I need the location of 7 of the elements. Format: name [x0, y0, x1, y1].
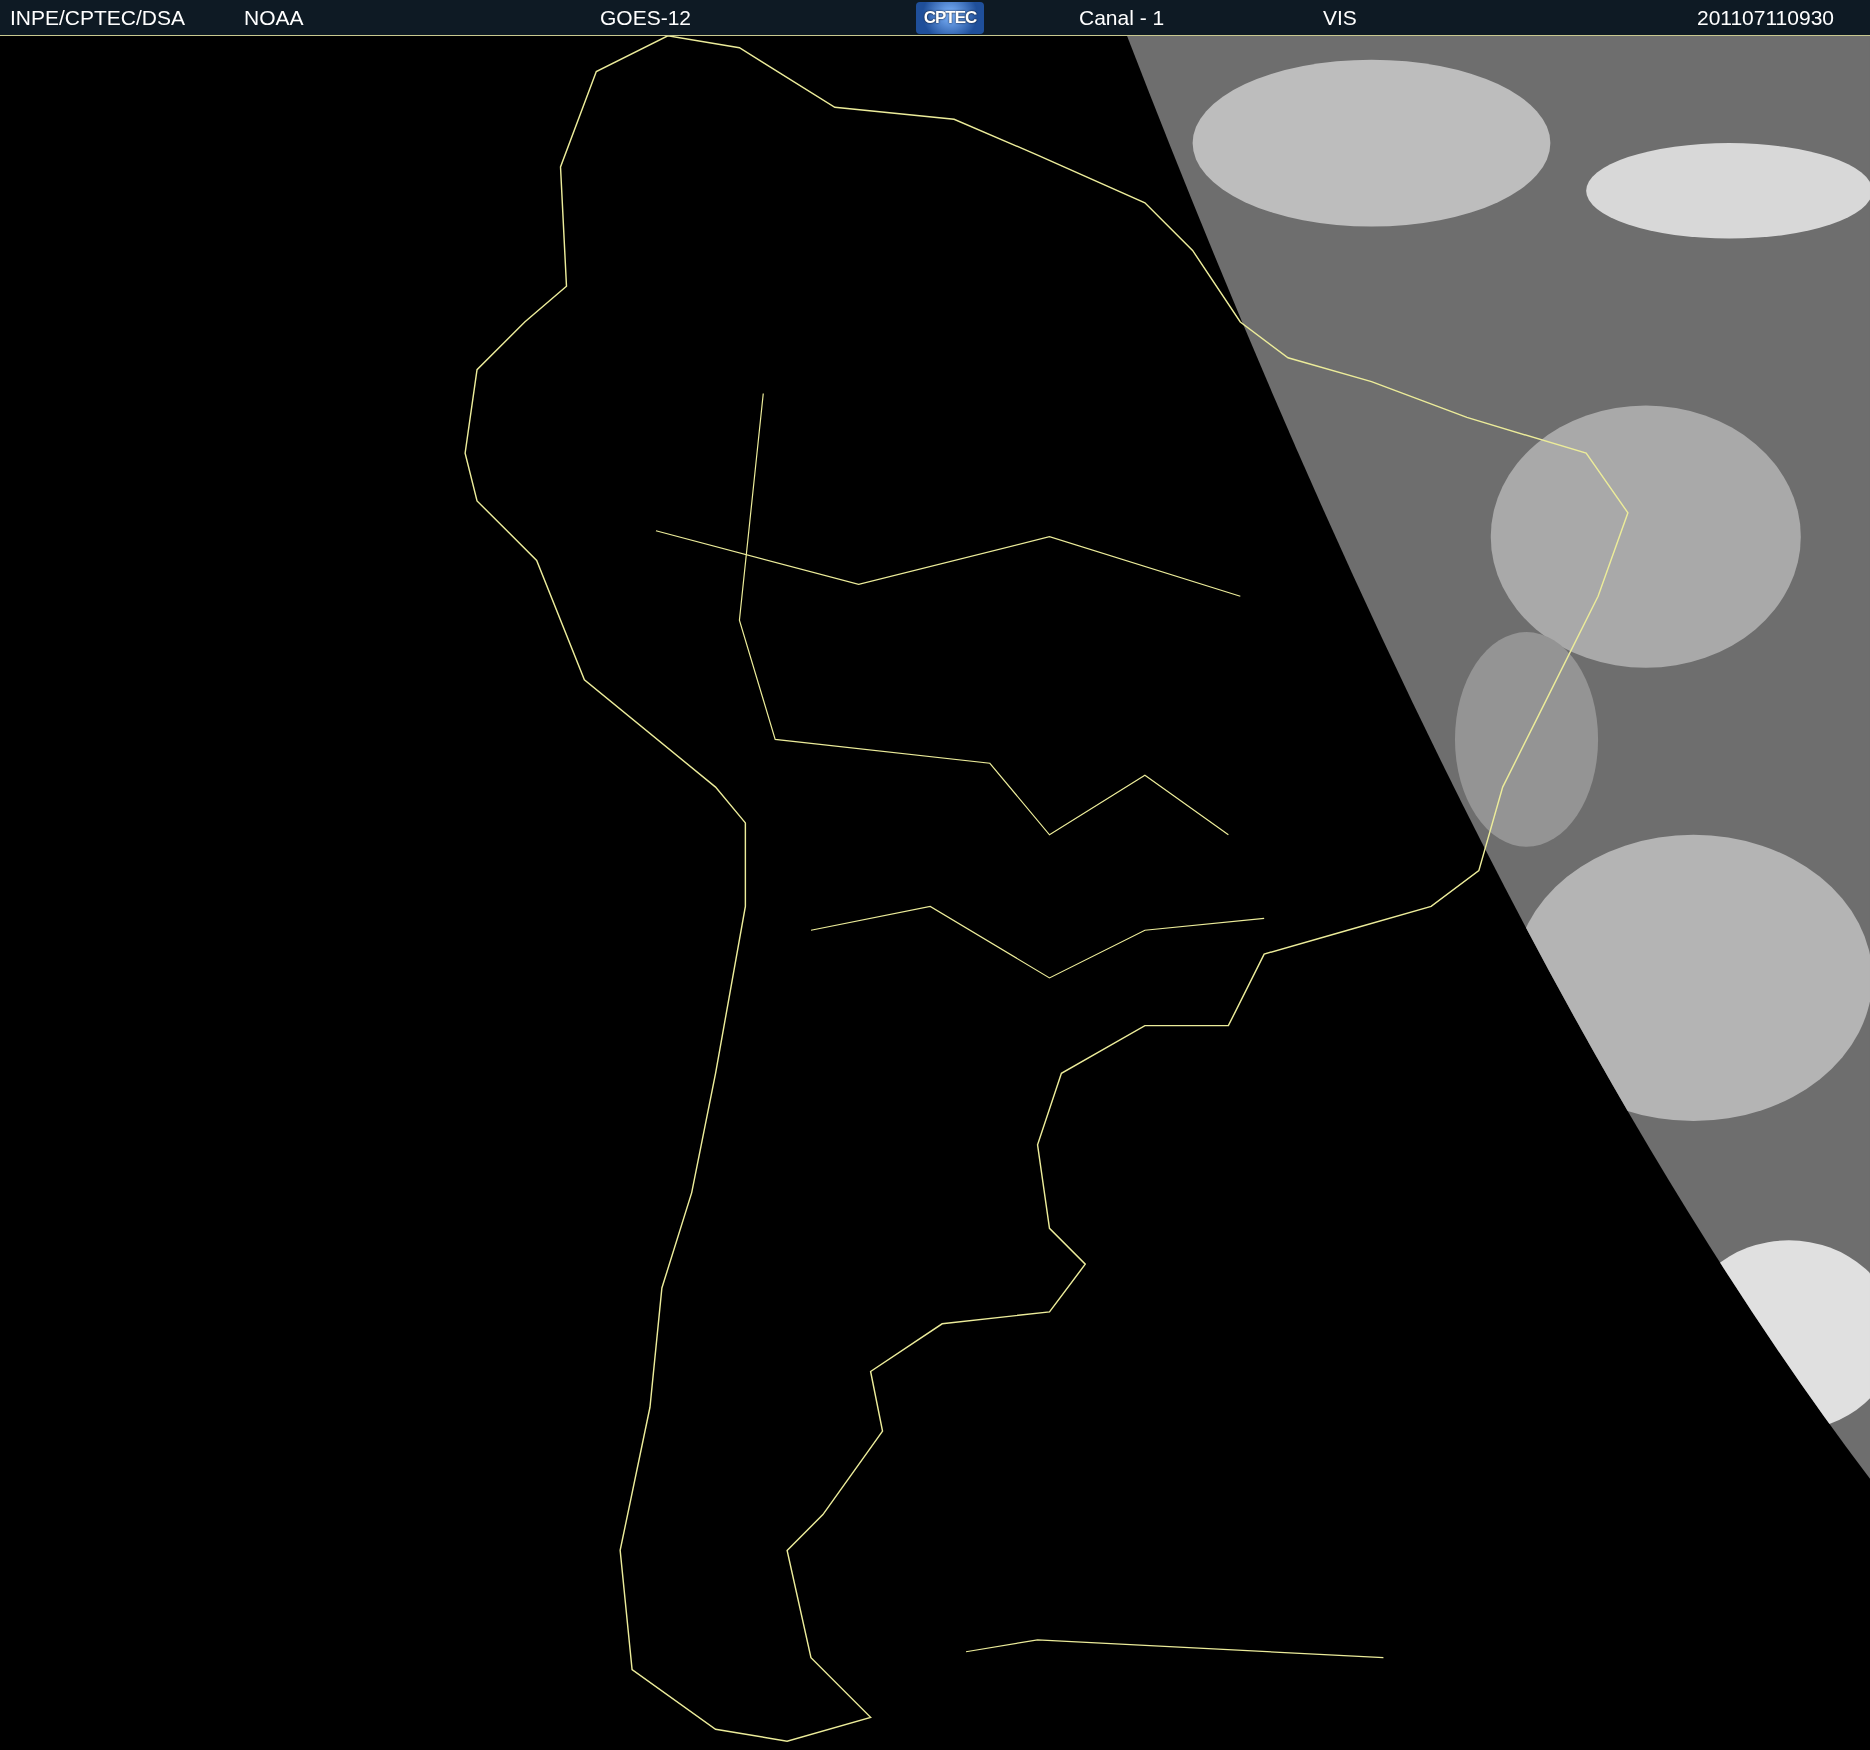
timestamp: 201107110930 [1696, 5, 1834, 30]
header-label: GOES-12 [600, 5, 692, 30]
logo: CPTEC [916, 1, 984, 34]
header-label: NOAA [244, 5, 304, 30]
header-label: Canal - 1 [1079, 5, 1165, 30]
header-label: VIS [1323, 5, 1357, 30]
header-label: INPE/CPTEC/DSA [10, 5, 186, 30]
